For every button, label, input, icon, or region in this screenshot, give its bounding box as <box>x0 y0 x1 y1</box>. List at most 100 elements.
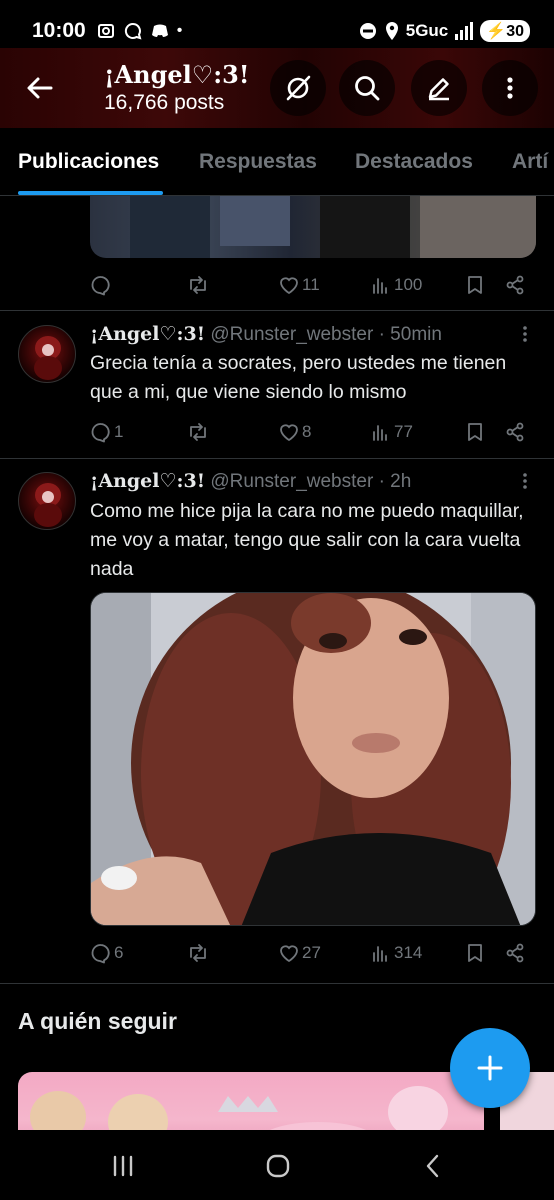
post-count: 16,766 posts <box>104 91 225 114</box>
view-count: 100 <box>394 275 423 294</box>
photo-image <box>91 593 535 925</box>
tweet-more-button[interactable] <box>518 470 532 498</box>
reply-icon <box>91 944 110 964</box>
battery-indicator: ⚡30 <box>480 20 530 42</box>
search-icon <box>355 76 380 101</box>
grok-icon <box>286 75 311 101</box>
tweet-text: Grecia tenía a socrates, pero ustedes me… <box>90 352 507 403</box>
signal-icon <box>455 22 474 40</box>
tweet-actions: 1 8 77 <box>90 417 536 447</box>
back-button[interactable] <box>22 70 58 106</box>
tweet-media[interactable] <box>90 196 536 258</box>
home-button[interactable] <box>258 1148 298 1184</box>
retweet-icon <box>190 944 206 962</box>
who-to-follow-title: A quién seguir <box>18 1008 177 1034</box>
tweet-actions: 6 27 314 <box>90 938 536 968</box>
tweet-actions: 11 100 <box>90 270 536 300</box>
pencil-icon <box>428 78 449 101</box>
tab-publicaciones[interactable]: Publicaciones <box>18 150 159 174</box>
tweet-header: ¡Angel♡:3! @Runster_webster · 50min <box>90 323 442 346</box>
tab-destacados[interactable]: Destacados <box>355 150 473 174</box>
retweet-icon <box>190 423 206 441</box>
home-icon <box>266 1154 290 1178</box>
view-count: 314 <box>394 943 423 962</box>
like-button[interactable]: 11 <box>278 274 320 296</box>
avatar[interactable] <box>18 325 76 383</box>
profile-name: ¡Angel♡:3! <box>104 60 250 89</box>
bookmark-icon <box>468 944 482 962</box>
tab-respuestas[interactable]: Respuestas <box>199 150 317 174</box>
more-vertical-icon <box>523 326 527 342</box>
retweet-button[interactable] <box>186 421 210 443</box>
reply-button[interactable]: 1 <box>90 421 123 443</box>
retweet-button[interactable] <box>186 942 210 964</box>
media-placeholder <box>130 196 536 258</box>
chat-icon <box>124 22 142 40</box>
recent-apps-button[interactable] <box>103 1148 143 1184</box>
network-label: 5Guc <box>405 21 449 40</box>
heart-icon <box>280 424 298 442</box>
section-divider <box>0 983 554 984</box>
bookmark-button[interactable] <box>464 942 486 964</box>
search-button[interactable] <box>339 60 395 116</box>
more-options-button[interactable] <box>482 60 538 116</box>
views-button[interactable]: 314 <box>370 942 422 964</box>
reply-icon <box>91 423 110 443</box>
tweet-photo[interactable] <box>90 592 536 926</box>
tweet-more-button[interactable] <box>518 323 532 351</box>
notification-dot: • <box>176 22 183 39</box>
author-handle-time[interactable]: @Runster_webster · 50min <box>210 324 442 345</box>
views-icon <box>373 946 387 962</box>
author-handle-time[interactable]: @Runster_webster · 2h <box>210 471 411 492</box>
bookmark-icon <box>468 423 482 441</box>
plus-icon <box>477 1055 503 1081</box>
share-button[interactable] <box>504 942 526 964</box>
bookmark-button[interactable] <box>464 421 486 443</box>
avatar[interactable] <box>18 472 76 530</box>
bookmark-button[interactable] <box>464 274 486 296</box>
like-count: 8 <box>302 422 312 441</box>
tweet-divider <box>0 310 554 311</box>
views-button[interactable]: 100 <box>370 274 422 296</box>
views-button[interactable]: 77 <box>370 421 413 443</box>
tweet-header: ¡Angel♡:3! @Runster_webster · 2h <box>90 470 411 493</box>
profile-tabs: Publicaciones Respuestas Destacados Artí <box>0 128 554 196</box>
battery-level: 30 <box>506 23 524 40</box>
share-button[interactable] <box>504 421 526 443</box>
heart-icon <box>280 945 298 963</box>
status-time: 10:00 <box>32 19 86 42</box>
more-vertical-icon <box>523 473 527 489</box>
like-button[interactable]: 27 <box>278 942 321 964</box>
like-count: 27 <box>302 943 321 962</box>
arrow-left-icon <box>27 77 53 99</box>
avatar-image <box>34 483 62 527</box>
like-count: 11 <box>302 275 320 294</box>
share-icon <box>506 943 524 963</box>
share-button[interactable] <box>504 274 526 296</box>
bookmark-icon <box>468 276 482 294</box>
share-icon <box>506 275 524 295</box>
system-back-button[interactable] <box>413 1148 453 1184</box>
views-icon <box>373 425 387 441</box>
active-tab-indicator <box>18 191 163 195</box>
share-icon <box>506 422 524 442</box>
heart-icon <box>280 277 298 295</box>
edit-button[interactable] <box>411 60 467 116</box>
author-name[interactable]: ¡Angel♡:3! <box>90 323 205 345</box>
tweet-text: Como me hice pija la cara no me puedo ma… <box>90 500 524 580</box>
author-name[interactable]: ¡Angel♡:3! <box>90 470 205 492</box>
chevron-left-icon <box>426 1154 439 1178</box>
tab-articulos[interactable]: Artí <box>512 150 548 174</box>
screenshot-icon <box>97 24 114 38</box>
compose-button[interactable] <box>450 1028 530 1108</box>
discord-icon <box>151 24 168 37</box>
location-icon <box>385 22 398 40</box>
tweet-divider <box>0 458 554 459</box>
grok-button[interactable] <box>270 60 326 116</box>
view-count: 77 <box>394 422 413 441</box>
more-vertical-icon <box>507 77 513 99</box>
retweet-button[interactable] <box>186 274 210 296</box>
like-button[interactable]: 8 <box>278 421 311 443</box>
reply-button[interactable]: 6 <box>90 942 123 964</box>
reply-button[interactable] <box>90 274 114 296</box>
